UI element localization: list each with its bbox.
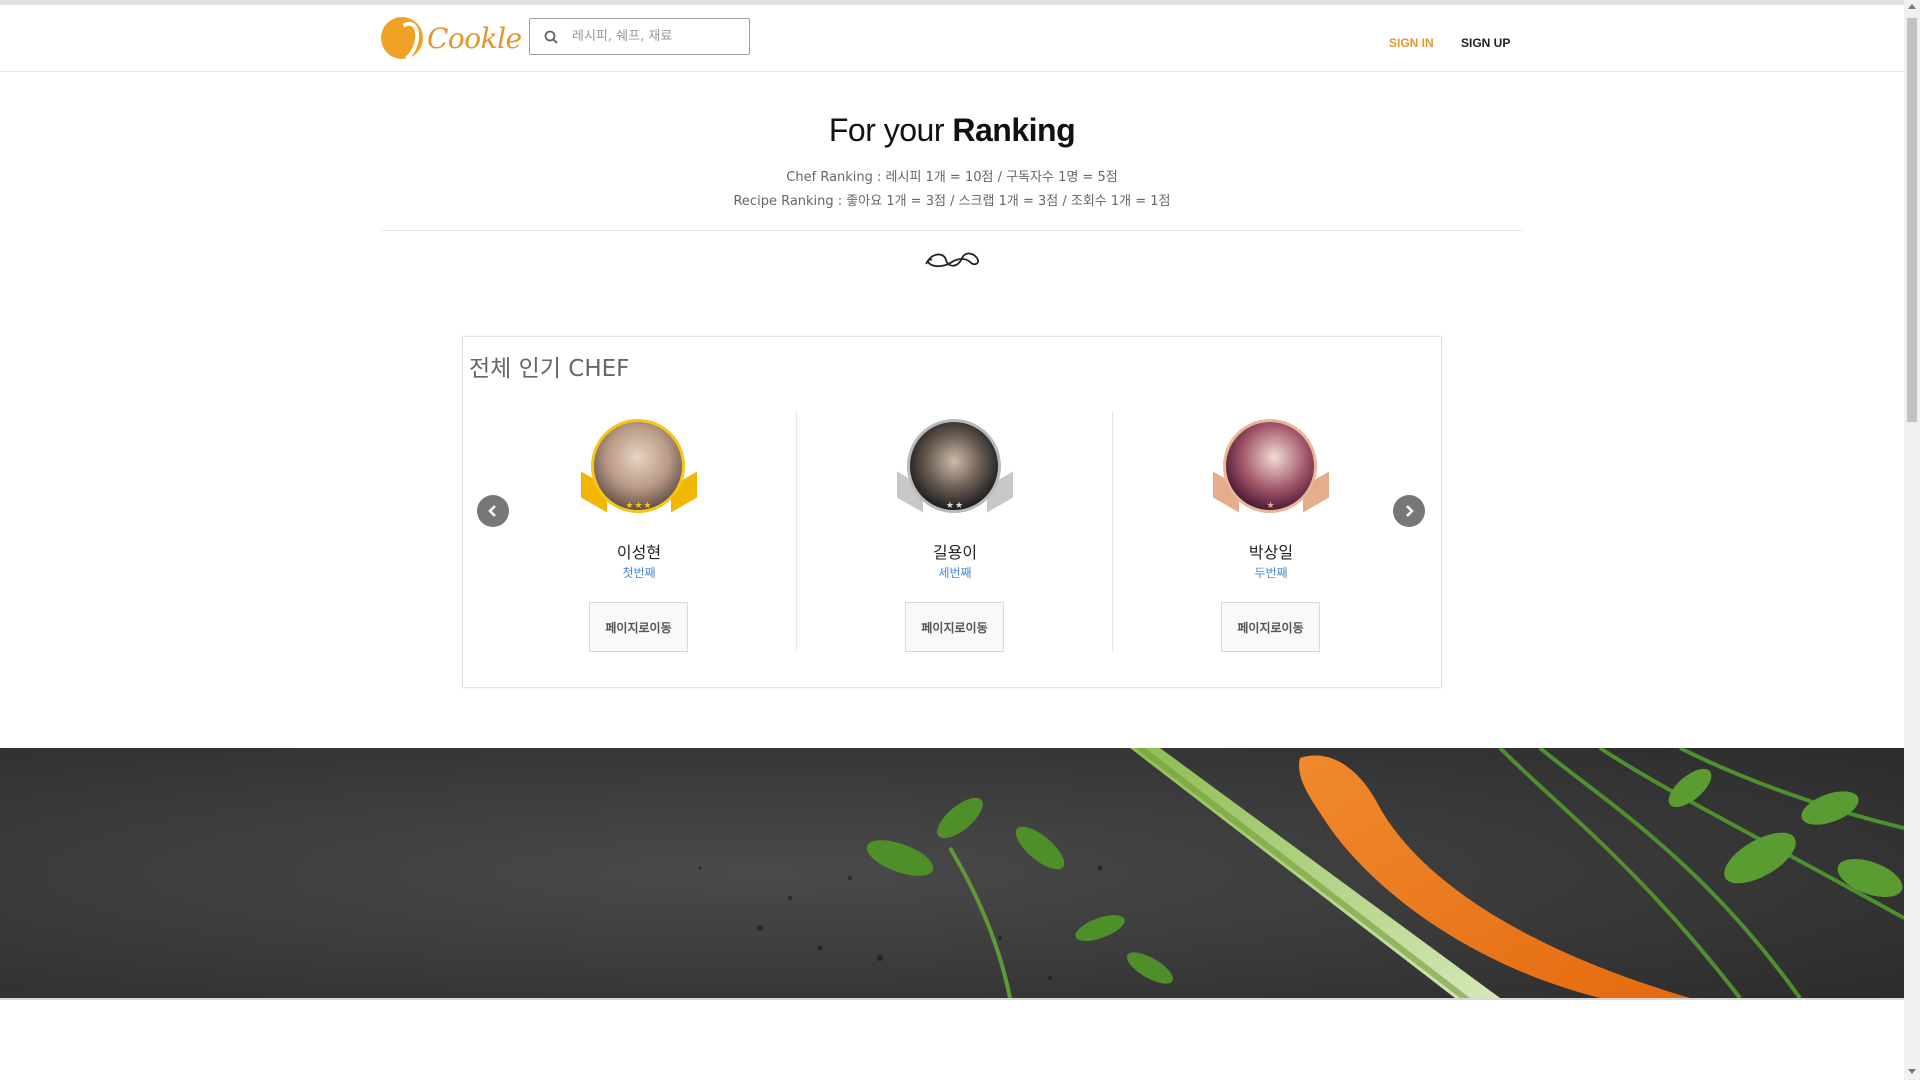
banner-bottom-border [0, 998, 1904, 1000]
chevron-right-icon [1406, 505, 1414, 517]
page-title: For your Ranking [0, 112, 1904, 149]
recipe-ranking-rule: Recipe Ranking : 좋아요 1개 = 3점 / 스크랩 1개 = … [733, 194, 1171, 209]
chevron-left-icon [488, 505, 496, 517]
star-icons: ★★★ [625, 501, 653, 511]
bronze-medal-avatar: ★ [1213, 419, 1329, 523]
carousel-prev-button[interactable] [477, 495, 509, 527]
silver-medal-avatar: ★★ [897, 419, 1013, 523]
logo[interactable]: Cookle [381, 15, 522, 61]
avatar[interactable] [591, 419, 685, 513]
scroll-up-arrow-icon[interactable] [1908, 4, 1916, 9]
chef-item: ★★★ 이성현 첫번째 페이지로이동 [481, 411, 797, 652]
star-icons: ★ [1266, 501, 1276, 511]
chef-rank: 두번째 [1254, 566, 1288, 580]
card-title: 전체 인기 CHEF [469, 356, 630, 382]
search-box[interactable] [529, 18, 750, 55]
go-to-page-button[interactable]: 페이지로이동 [1221, 602, 1320, 652]
search-input[interactable] [570, 28, 734, 45]
go-to-page-button[interactable]: 페이지로이동 [905, 602, 1004, 652]
chef-rank: 세번째 [938, 566, 972, 580]
avatar[interactable] [907, 419, 1001, 513]
title-bold: Ranking [952, 112, 1076, 148]
scrollbar-thumb[interactable] [1907, 18, 1917, 422]
sign-in-link[interactable]: SIGN IN [1389, 36, 1434, 50]
carousel-next-button[interactable] [1393, 495, 1425, 527]
scroll-down-arrow-icon[interactable] [1908, 1069, 1916, 1074]
logo-icon [381, 17, 423, 59]
popular-chef-card: 전체 인기 CHEF ★★★ 이성현 첫번째 페이지로이동 ★★ 길용이 세번째… [462, 336, 1442, 688]
chef-name[interactable]: 길용이 [797, 539, 1113, 563]
go-to-page-button[interactable]: 페이지로이동 [589, 602, 688, 652]
page-scrollbar[interactable] [1904, 0, 1920, 1080]
chef-name[interactable]: 박상일 [1113, 539, 1429, 563]
flourish-ornament-icon [922, 248, 982, 276]
star-icons: ★★ [945, 501, 965, 511]
site-header: Cookle SIGN IN SIGN UP [0, 5, 1904, 72]
vegetable-banner-image [0, 748, 1904, 998]
section-divider [381, 230, 1523, 231]
chef-name[interactable]: 이성현 [481, 539, 797, 563]
search-icon [538, 30, 564, 44]
sign-up-link[interactable]: SIGN UP [1461, 36, 1510, 50]
chef-ranking-rule: Chef Ranking : 레시피 1개 = 10점 / 구독자수 1명 = … [786, 170, 1118, 185]
title-prefix: For your [828, 112, 945, 148]
chef-item: ★ 박상일 두번째 페이지로이동 [1113, 411, 1429, 652]
logo-text: Cookle [427, 21, 522, 55]
chef-item: ★★ 길용이 세번째 페이지로이동 [797, 411, 1113, 652]
chef-rank: 첫번째 [622, 566, 656, 580]
avatar[interactable] [1223, 419, 1317, 513]
gold-medal-avatar: ★★★ [581, 419, 697, 523]
